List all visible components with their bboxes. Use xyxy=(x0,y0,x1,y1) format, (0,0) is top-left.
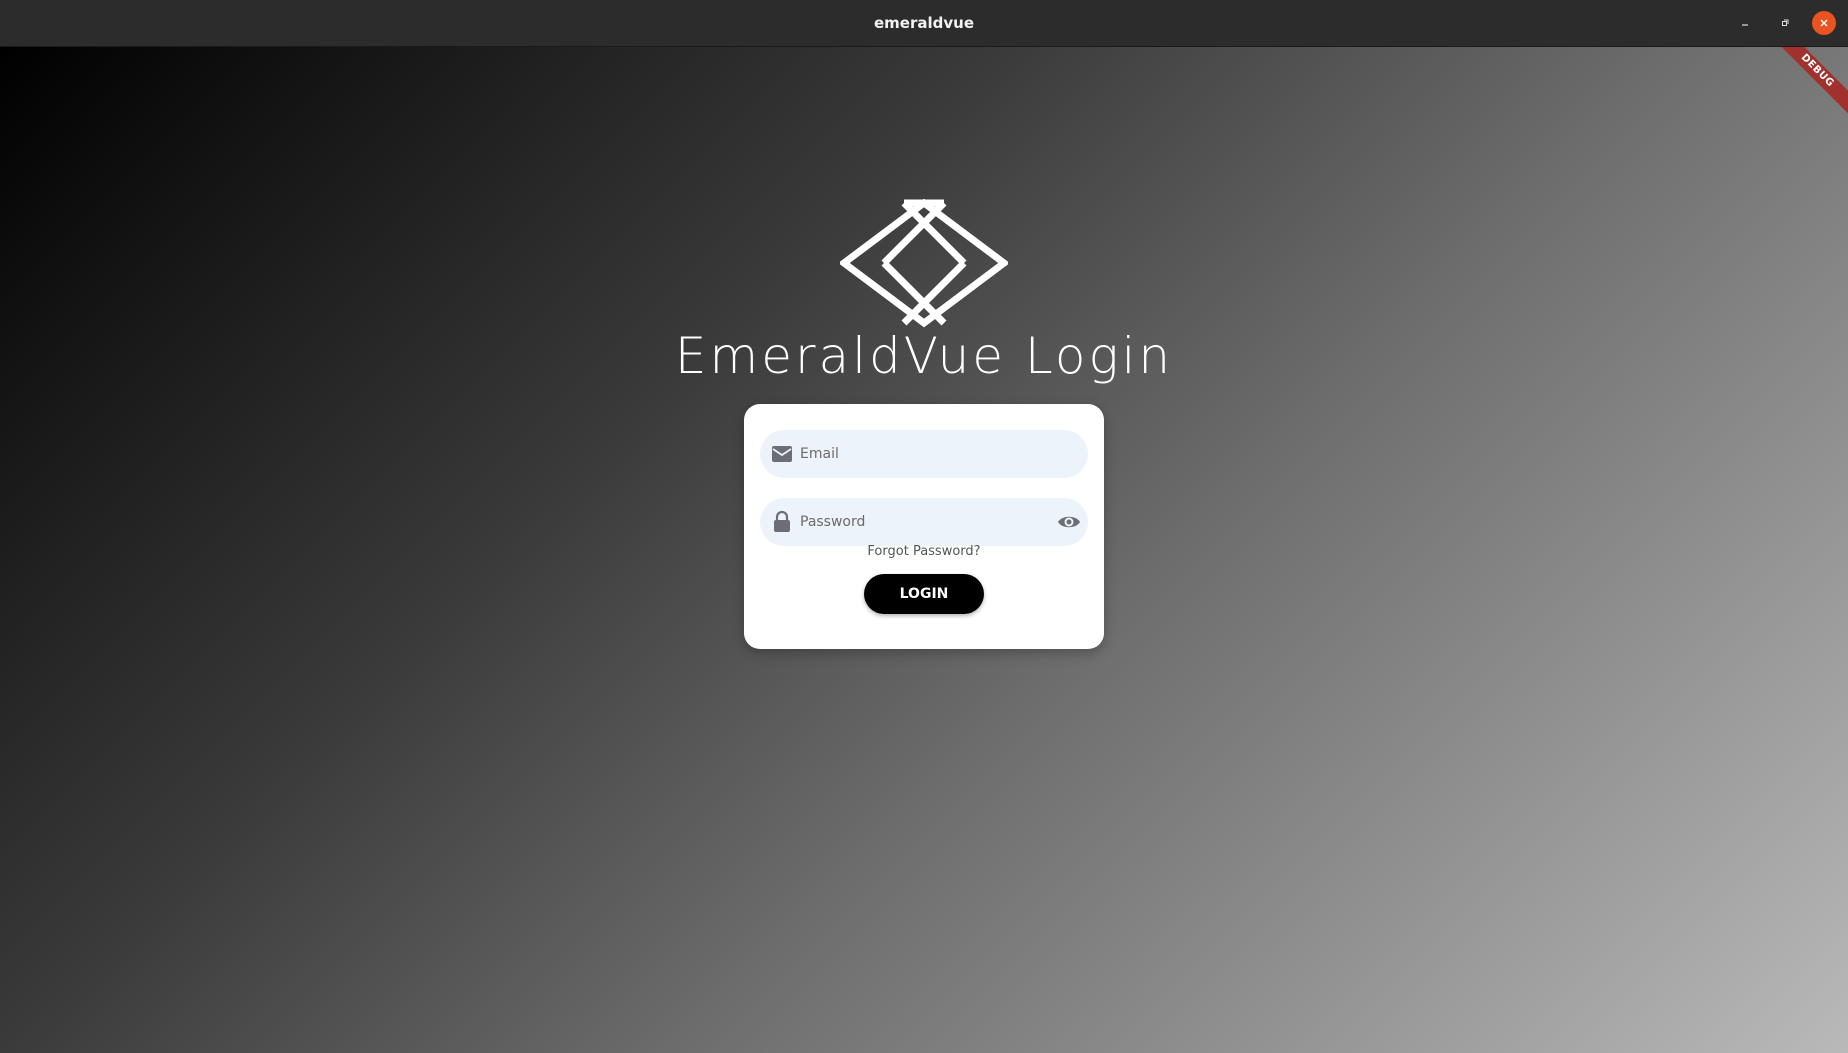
email-input[interactable] xyxy=(800,430,1040,478)
password-input[interactable] xyxy=(800,498,1040,546)
lock-icon xyxy=(774,510,790,532)
emeraldvue-logo xyxy=(840,199,1008,328)
page-title: EmeraldVue Login xyxy=(674,327,1174,385)
login-screen: DEBUG EmeraldVue Login Email Forgot Pass… xyxy=(0,47,1848,1053)
app-window: emeraldvue DEBUG EmeraldVue Login Email … xyxy=(0,0,1848,1053)
mail-icon xyxy=(772,446,792,462)
title-bar[interactable]: emeraldvue xyxy=(0,0,1848,47)
minimize-icon xyxy=(1742,24,1748,26)
close-button[interactable] xyxy=(1812,11,1836,35)
maximize-icon xyxy=(1782,19,1789,26)
maximize-button[interactable] xyxy=(1773,11,1797,35)
login-card: Forgot Password? LOGIN xyxy=(744,404,1104,649)
close-icon xyxy=(1820,19,1828,27)
debug-banner: DEBUG xyxy=(1765,47,1848,123)
forgot-password-link[interactable]: Forgot Password? xyxy=(744,544,1104,559)
email-field[interactable] xyxy=(760,430,1088,478)
eye-icon[interactable] xyxy=(1056,509,1082,535)
login-button[interactable]: LOGIN xyxy=(864,574,984,614)
window-title: emeraldvue xyxy=(873,14,974,32)
minimize-button[interactable] xyxy=(1733,11,1757,35)
password-field[interactable] xyxy=(760,498,1088,546)
